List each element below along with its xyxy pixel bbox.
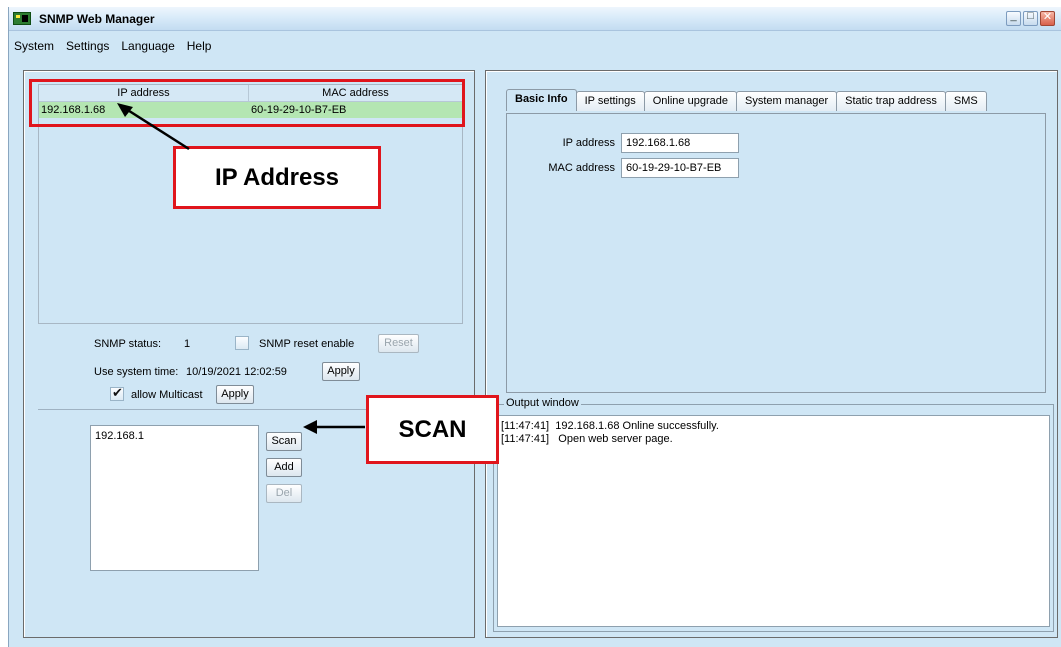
log-line: [11:47:41] Open web server page. xyxy=(501,433,673,445)
row-mac-cell: 60-19-29-10-B7-EB xyxy=(251,104,347,116)
row-ip-cell: 192.168.1.68 xyxy=(41,104,106,116)
apply-multicast-button[interactable]: Apply xyxy=(216,385,254,404)
snmp-status-label: SNMP status: xyxy=(94,338,162,350)
title-bar: SNMP Web Manager _ □ ✕ xyxy=(9,7,1061,31)
tab-sms[interactable]: SMS xyxy=(944,91,987,111)
scan-subnet-list[interactable]: 192.168.1 xyxy=(90,425,259,571)
mac-address-label: MAC address xyxy=(548,162,615,174)
tab-system-manager[interactable]: System manager xyxy=(735,91,838,111)
snmp-status-value: 1 xyxy=(184,338,191,350)
minimize-icon: _ xyxy=(1010,10,1017,22)
output-window: Output window [11:47:41] 192.168.1.68 On… xyxy=(493,397,1054,632)
add-button[interactable]: Add xyxy=(266,458,302,477)
output-log[interactable]: [11:47:41] 192.168.1.68 Online successfu… xyxy=(497,415,1050,627)
menu-bar: System Settings Language Help xyxy=(9,38,213,56)
menu-help[interactable]: Help xyxy=(185,38,214,56)
tab-basic-info[interactable]: Basic Info xyxy=(506,89,577,111)
multicast-checkbox[interactable] xyxy=(110,385,124,401)
menu-language[interactable]: Language xyxy=(119,38,176,56)
log-line: [11:47:41] 192.168.1.68 Online successfu… xyxy=(501,420,719,432)
reset-button[interactable]: Reset xyxy=(378,334,419,353)
table-header: IP address MAC address xyxy=(39,85,462,102)
minimize-button[interactable]: _ xyxy=(1006,10,1021,26)
close-button[interactable]: ✕ xyxy=(1040,11,1055,26)
menu-system[interactable]: System xyxy=(12,38,56,56)
snmp-reset-label: SNMP reset enable xyxy=(259,338,355,350)
mac-address-field[interactable]: 60-19-29-10-B7-EB xyxy=(621,158,739,178)
tab-ip-settings[interactable]: IP settings xyxy=(575,91,645,111)
details-panel: Basic Info IP settings Online upgrade Sy… xyxy=(485,70,1058,638)
apply-time-button[interactable]: Apply xyxy=(322,362,360,381)
window-title: SNMP Web Manager xyxy=(39,12,155,26)
maximize-icon: □ xyxy=(1027,10,1034,22)
app-window: SNMP Web Manager _ □ ✕ System Settings L… xyxy=(8,7,1061,647)
system-time-label: Use system time: xyxy=(94,366,179,378)
tab-bar: Basic Info IP settings Online upgrade Sy… xyxy=(506,89,987,111)
table-row[interactable]: 192.168.1.68 60-19-29-10-B7-EB xyxy=(39,102,462,118)
multicast-label: allow Multicast xyxy=(131,389,203,401)
ip-address-field[interactable]: 192.168.1.68 xyxy=(621,133,739,153)
scan-callout: SCAN xyxy=(366,395,499,464)
del-button[interactable]: Del xyxy=(266,484,302,503)
basic-info-pane: IP address 192.168.1.68 MAC address 60-1… xyxy=(506,113,1046,393)
column-header-ip[interactable]: IP address xyxy=(39,85,249,101)
ip-address-label: IP address xyxy=(562,137,615,149)
output-window-title: Output window xyxy=(504,397,581,409)
menu-settings[interactable]: Settings xyxy=(64,38,111,56)
column-header-mac[interactable]: MAC address xyxy=(249,85,462,101)
close-icon: ✕ xyxy=(1042,11,1053,23)
tab-static-trap-address[interactable]: Static trap address xyxy=(836,91,946,111)
snmp-reset-checkbox[interactable] xyxy=(235,336,249,350)
maximize-button[interactable]: □ xyxy=(1023,10,1038,26)
scan-button[interactable]: Scan xyxy=(266,432,302,451)
system-time-value: 10/19/2021 12:02:59 xyxy=(186,366,287,378)
list-item[interactable]: 192.168.1 xyxy=(95,430,254,442)
tab-online-upgrade[interactable]: Online upgrade xyxy=(643,91,737,111)
app-icon xyxy=(13,12,31,25)
ip-address-callout: IP Address xyxy=(173,146,381,209)
